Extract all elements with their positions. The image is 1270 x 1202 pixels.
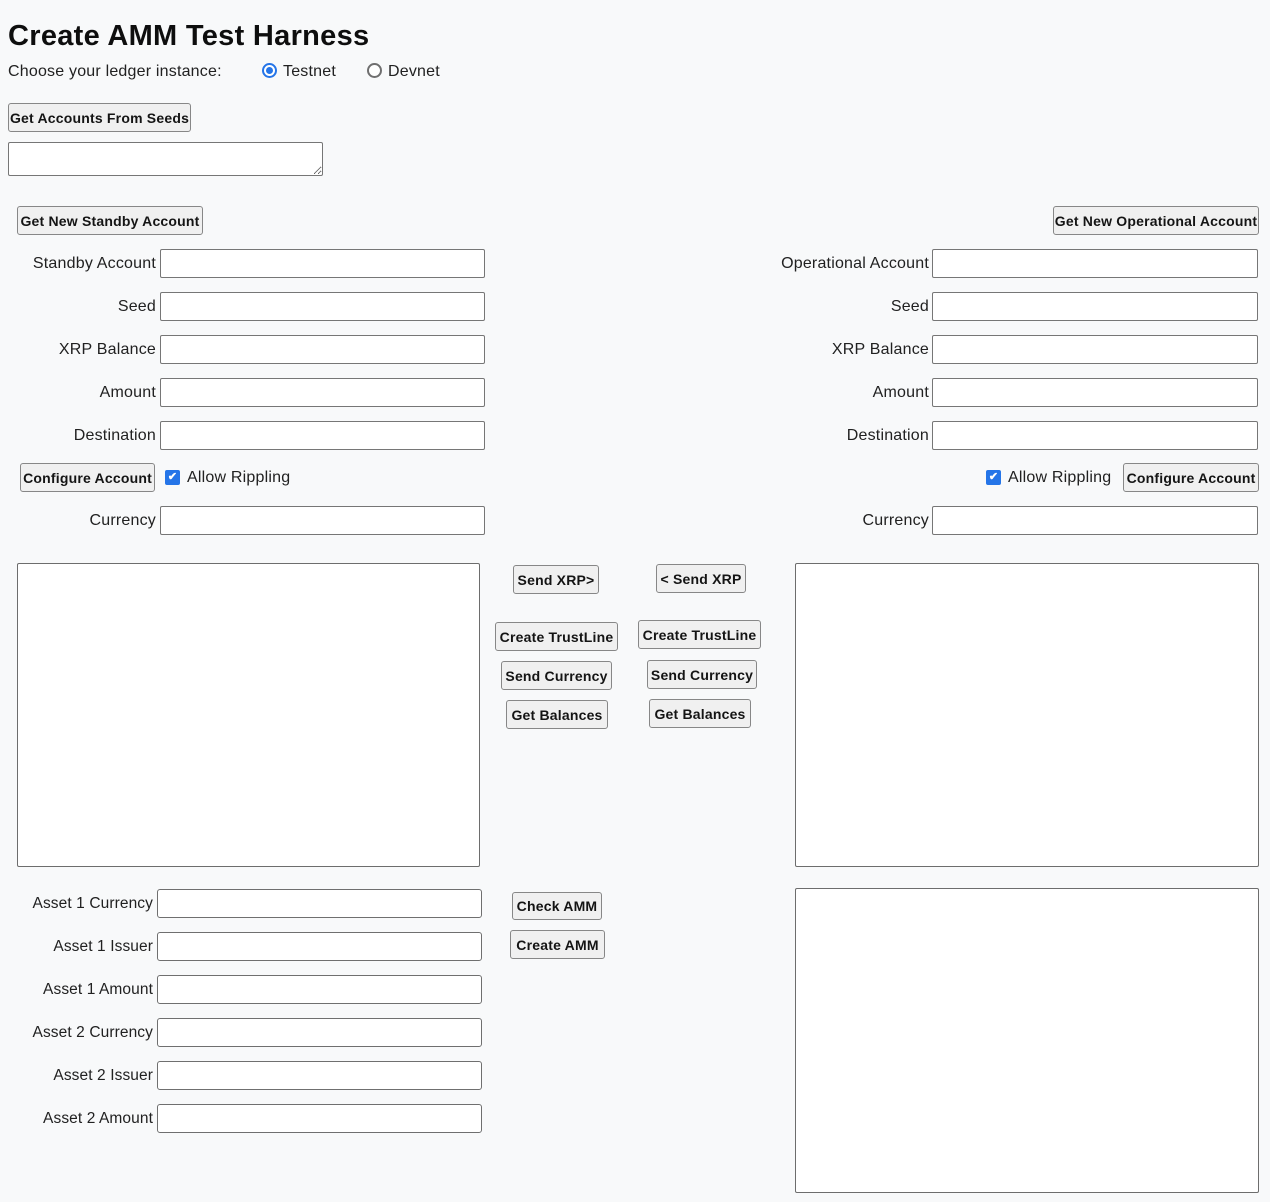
operational-allow-rippling-label[interactable]: Allow Rippling xyxy=(1008,463,1111,492)
operational-xrp-balance-input[interactable] xyxy=(932,335,1258,364)
operational-send-xrp-button[interactable]: < Send XRP xyxy=(656,564,746,593)
standby-currency-input[interactable] xyxy=(160,506,485,535)
operational-amount-input[interactable] xyxy=(932,378,1258,407)
amm-results-textarea[interactable] xyxy=(795,888,1259,1193)
create-amm-button[interactable]: Create AMM xyxy=(510,930,605,959)
operational-results-textarea[interactable] xyxy=(795,563,1259,867)
asset1-amount-label: Asset 1 Amount xyxy=(0,975,153,1004)
operational-account-label: Operational Account xyxy=(700,249,929,278)
standby-results-textarea[interactable] xyxy=(17,563,480,867)
standby-account-label: Standby Account xyxy=(0,249,156,278)
operational-account-input[interactable] xyxy=(932,249,1258,278)
devnet-radio[interactable] xyxy=(367,63,382,78)
standby-create-trustline-button[interactable]: Create TrustLine xyxy=(495,622,618,651)
amm-test-harness-page: Create AMM Test Harness Choose your ledg… xyxy=(0,0,1270,1202)
testnet-radio[interactable] xyxy=(262,63,277,78)
standby-send-xrp-button[interactable]: Send XRP> xyxy=(513,565,599,594)
asset2-issuer-label: Asset 2 Issuer xyxy=(0,1061,153,1090)
operational-destination-input[interactable] xyxy=(932,421,1258,450)
standby-allow-rippling-checkbox[interactable] xyxy=(165,470,180,485)
seeds-textarea[interactable] xyxy=(8,142,323,176)
asset2-amount-label: Asset 2 Amount xyxy=(0,1104,153,1133)
standby-amount-label: Amount xyxy=(0,378,156,407)
standby-get-balances-button[interactable]: Get Balances xyxy=(506,700,608,729)
standby-configure-account-button[interactable]: Configure Account xyxy=(20,463,155,492)
standby-account-input[interactable] xyxy=(160,249,485,278)
asset2-currency-input[interactable] xyxy=(157,1018,482,1047)
testnet-radio-label[interactable]: Testnet xyxy=(283,61,336,83)
get-accounts-from-seeds-button[interactable]: Get Accounts From Seeds xyxy=(8,103,191,132)
standby-xrp-balance-label: XRP Balance xyxy=(0,335,156,364)
asset2-currency-label: Asset 2 Currency xyxy=(0,1018,153,1047)
standby-seed-input[interactable] xyxy=(160,292,485,321)
asset2-issuer-input[interactable] xyxy=(157,1061,482,1090)
asset1-amount-input[interactable] xyxy=(157,975,482,1004)
asset2-amount-input[interactable] xyxy=(157,1104,482,1133)
operational-configure-account-button[interactable]: Configure Account xyxy=(1123,463,1259,492)
operational-seed-input[interactable] xyxy=(932,292,1258,321)
operational-send-currency-button[interactable]: Send Currency xyxy=(647,660,757,689)
operational-create-trustline-button[interactable]: Create TrustLine xyxy=(638,620,761,649)
operational-currency-label: Currency xyxy=(700,506,929,535)
standby-currency-label: Currency xyxy=(0,506,156,535)
operational-allow-rippling-checkbox[interactable] xyxy=(986,470,1001,485)
asset1-currency-input[interactable] xyxy=(157,889,482,918)
standby-destination-label: Destination xyxy=(0,421,156,450)
check-amm-button[interactable]: Check AMM xyxy=(512,892,602,920)
standby-amount-input[interactable] xyxy=(160,378,485,407)
ledger-instance-label: Choose your ledger instance: xyxy=(8,61,222,83)
operational-xrp-balance-label: XRP Balance xyxy=(700,335,929,364)
asset1-issuer-input[interactable] xyxy=(157,932,482,961)
standby-allow-rippling-label[interactable]: Allow Rippling xyxy=(187,463,290,492)
get-new-standby-account-button[interactable]: Get New Standby Account xyxy=(17,206,203,235)
asset1-issuer-label: Asset 1 Issuer xyxy=(0,932,153,961)
devnet-radio-label[interactable]: Devnet xyxy=(388,61,440,83)
asset1-currency-label: Asset 1 Currency xyxy=(0,889,153,918)
standby-send-currency-button[interactable]: Send Currency xyxy=(501,661,612,690)
operational-destination-label: Destination xyxy=(700,421,929,450)
page-title: Create AMM Test Harness xyxy=(8,20,369,53)
operational-seed-label: Seed xyxy=(700,292,929,321)
operational-get-balances-button[interactable]: Get Balances xyxy=(649,699,751,728)
standby-destination-input[interactable] xyxy=(160,421,485,450)
standby-seed-label: Seed xyxy=(0,292,156,321)
standby-xrp-balance-input[interactable] xyxy=(160,335,485,364)
operational-currency-input[interactable] xyxy=(932,506,1258,535)
operational-amount-label: Amount xyxy=(700,378,929,407)
get-new-operational-account-button[interactable]: Get New Operational Account xyxy=(1053,206,1259,235)
